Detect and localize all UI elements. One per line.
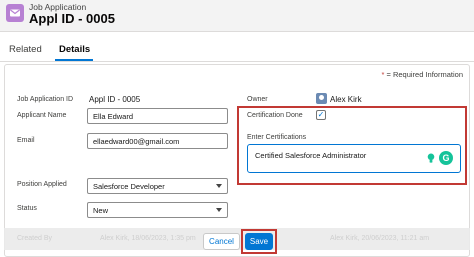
envelope-icon bbox=[6, 4, 24, 22]
created-by-label: Created By bbox=[17, 235, 53, 242]
record-tabs: Related Details bbox=[0, 36, 474, 62]
job-application-id-label: Job Application ID bbox=[17, 96, 74, 103]
active-tab-indicator bbox=[55, 59, 93, 61]
record-header: Job Application Appl ID - 0005 bbox=[0, 0, 474, 32]
status-label: Status bbox=[17, 205, 37, 212]
tab-details[interactable]: Details bbox=[59, 44, 90, 55]
required-star: * bbox=[381, 70, 385, 79]
chevron-down-icon bbox=[216, 184, 222, 188]
save-button[interactable]: Save bbox=[245, 233, 273, 250]
position-applied-label: Position Applied bbox=[17, 181, 67, 188]
email-label: Email bbox=[17, 137, 35, 144]
record-title: Appl ID - 0005 bbox=[29, 11, 115, 26]
grammarly-icon[interactable]: G bbox=[439, 151, 453, 165]
enter-certifications-textarea[interactable]: Certified Salesforce Administrator G bbox=[247, 144, 461, 173]
applicant-name-label: Applicant Name bbox=[17, 112, 67, 119]
required-information-note: * = Required Information bbox=[381, 70, 463, 79]
owner-label: Owner bbox=[247, 96, 268, 103]
position-applied-value: Salesforce Developer bbox=[93, 182, 165, 191]
status-value: New bbox=[93, 206, 109, 215]
email-input[interactable]: ellaedward00@gmail.com bbox=[87, 133, 228, 149]
chevron-down-icon bbox=[216, 208, 222, 212]
user-avatar-icon bbox=[316, 93, 327, 104]
lightbulb-icon[interactable] bbox=[427, 153, 435, 164]
position-applied-select[interactable]: Salesforce Developer bbox=[87, 178, 228, 194]
cancel-button[interactable]: Cancel bbox=[203, 233, 240, 250]
modified-by-value: Alex Kirk, 20/06/2023, 11:21 am bbox=[330, 235, 430, 242]
certification-done-label: Certification Done bbox=[247, 112, 303, 119]
applicant-name-input[interactable]: Ella Edward bbox=[87, 108, 228, 124]
certification-done-checkbox[interactable]: ✓ bbox=[316, 110, 326, 120]
enter-certifications-label: Enter Certifications bbox=[247, 134, 307, 141]
owner-value[interactable]: Alex Kirk bbox=[330, 95, 362, 104]
required-information-text: = Required Information bbox=[386, 70, 463, 79]
enter-certifications-value: Certified Salesforce Administrator bbox=[255, 151, 367, 160]
tab-related[interactable]: Related bbox=[9, 44, 42, 55]
job-application-id-value: Appl ID - 0005 bbox=[89, 95, 141, 104]
status-select[interactable]: New bbox=[87, 202, 228, 218]
created-by-value: Alex Kirk, 18/06/2023, 1:35 pm bbox=[100, 235, 196, 242]
